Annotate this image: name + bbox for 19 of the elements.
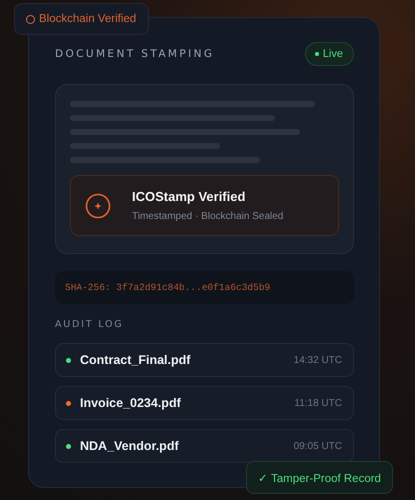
stamp-seal-icon — [85, 192, 111, 218]
card-title: DOCUMENT STAMPING — [55, 48, 214, 60]
file-name: NDA_Vendor.pdf — [80, 439, 180, 453]
file-name: Contract_Final.pdf — [80, 353, 192, 367]
timestamp: 14:32 UTC — [294, 354, 342, 366]
stamp-title: ICOStamp Verified — [132, 189, 246, 204]
blockchain-verified-badge: Blockchain Verified — [14, 3, 149, 35]
live-status-badge: Live — [304, 42, 354, 66]
audit-log-entry[interactable]: Contract_Final.pdf 14:32 UTC — [55, 343, 354, 377]
section-heading: AUDIT LOG — [55, 319, 124, 331]
timestamp: 09:05 UTC — [294, 440, 342, 452]
tamper-proof-badge: ✓ Tamper-Proof Record — [246, 461, 393, 494]
audit-log-entry[interactable]: Invoice_0234.pdf 11:18 UTC — [55, 386, 354, 420]
file-name: Invoice_0234.pdf — [80, 396, 182, 410]
stamp-subtitle: Timestamped · Blockchain Sealed — [132, 211, 284, 222]
hash-value: SHA-256: 3f7a2d91c84b...e0f1a6c3d5b9 — [55, 271, 354, 304]
audit-log-entry[interactable]: NDA_Vendor.pdf 09:05 UTC — [55, 429, 354, 463]
circle-icon — [26, 14, 35, 24]
timestamp: 11:18 UTC — [294, 398, 342, 408]
